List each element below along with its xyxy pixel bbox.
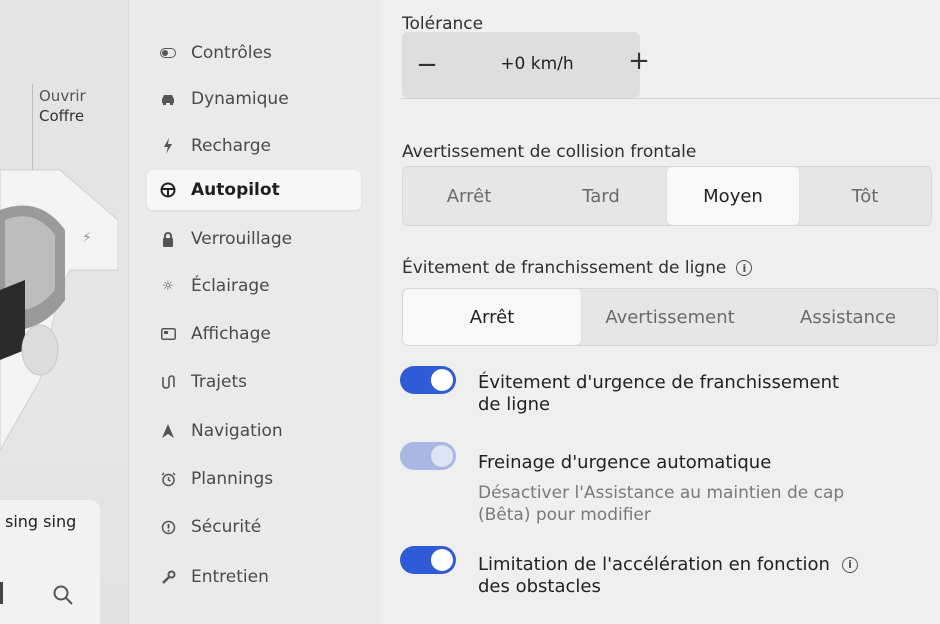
nav-item-charging[interactable]: Recharge: [147, 126, 361, 166]
search-icon[interactable]: [52, 584, 74, 606]
automatic-emergency-braking-toggle[interactable]: [400, 442, 456, 470]
nav-item-label: Recharge: [191, 136, 271, 156]
open-trunk-line1: Ouvrir: [39, 87, 86, 105]
clock-icon: [159, 470, 177, 488]
info-icon[interactable]: i: [841, 557, 858, 573]
nav-item-autopilot[interactable]: Autopilot: [147, 170, 361, 210]
nav-item-schedules[interactable]: Plannings: [147, 459, 361, 499]
bolt-icon: [159, 137, 177, 155]
lane-departure-segmented-control: Arrêt Avertissement Assistance: [402, 288, 938, 346]
nav-item-service[interactable]: Entretien: [147, 557, 361, 597]
lane-departure-label-text: Évitement de franchissement de ligne: [402, 258, 727, 278]
fcw-option-medium[interactable]: Moyen: [667, 167, 799, 225]
fcw-segmented-control: Arrêt Tard Moyen Tôt: [402, 166, 932, 226]
car-image: [0, 169, 118, 452]
open-trunk-label: Ouvrir Coffre: [39, 86, 86, 126]
tolerance-stepper: − +0 km/h +: [402, 32, 650, 98]
toggle-knob: [431, 549, 453, 571]
nav-item-display[interactable]: Affichage: [147, 314, 361, 354]
aeb-subtitle-line1: Désactiver l'Assistance au maintien de c…: [478, 483, 845, 503]
nav-item-label: Entretien: [191, 567, 269, 587]
aeb-subtitle: Désactiver l'Assistance au maintien de c…: [478, 482, 844, 526]
nav-item-label: Sécurité: [191, 517, 262, 537]
navigation-arrow-icon: [159, 422, 177, 440]
section-divider: [402, 98, 940, 99]
fcw-option-late[interactable]: Tard: [535, 167, 667, 225]
nav-item-label: Verrouillage: [191, 229, 293, 249]
nav-item-dynamics[interactable]: Dynamique: [147, 79, 361, 119]
media-player[interactable]: sing sing: [0, 500, 100, 624]
media-prev-icon[interactable]: [0, 582, 11, 604]
obstacle-acceleration-title-text: Limitation de l'accélération en fonction: [478, 554, 830, 575]
nav-item-locks[interactable]: Verrouillage: [147, 219, 361, 259]
nav-item-label: Plannings: [191, 469, 274, 489]
autopilot-settings: Tolérance − +0 km/h + Avertissement de c…: [380, 0, 940, 624]
emergency-lane-departure-toggle[interactable]: [400, 366, 456, 394]
fcw-option-early[interactable]: Tôt: [799, 167, 931, 225]
steering-wheel-icon: [159, 181, 177, 199]
toggle-knob: [431, 369, 453, 391]
nav-item-label: Dynamique: [191, 89, 289, 109]
nav-item-label: Éclairage: [191, 276, 270, 296]
car-pane: Ouvrir Coffre ⚡ sing sing: [0, 0, 128, 624]
obstacle-aware-acceleration-toggle[interactable]: [400, 546, 456, 574]
sun-icon: ☼: [162, 278, 174, 294]
lane-option-warning[interactable]: Avertissement: [581, 289, 759, 345]
settings-nav: Contrôles Dynamique Recharge Autopilot V…: [128, 0, 381, 624]
aeb-subtitle-line2: (Bêta) pour modifier: [478, 505, 651, 525]
info-icon[interactable]: i: [736, 260, 753, 276]
nav-item-safety[interactable]: Sécurité: [147, 507, 361, 547]
lane-option-off[interactable]: Arrêt: [403, 289, 581, 345]
nav-item-label: Contrôles: [191, 43, 272, 63]
nav-item-label: Navigation: [191, 421, 283, 441]
nav-item-controls[interactable]: Contrôles: [147, 33, 361, 73]
lane-option-assist[interactable]: Assistance: [759, 289, 937, 345]
tolerance-decrease-button[interactable]: −: [416, 50, 438, 80]
nav-item-trips[interactable]: Trajets: [147, 362, 361, 402]
toggle-knob: [431, 445, 453, 467]
charge-bolt-icon: ⚡: [82, 230, 92, 246]
obstacle-acceleration-title-line2: des obstacles: [478, 576, 601, 597]
nav-item-label: Trajets: [191, 372, 247, 392]
nav-item-lights[interactable]: ☼ Éclairage: [147, 266, 361, 306]
emergency-lane-departure-title: Évitement d'urgence de franchissement de…: [478, 372, 839, 416]
tolerance-increase-button[interactable]: +: [626, 46, 652, 76]
toggle-icon: [159, 44, 177, 62]
open-trunk-line2: Coffre: [39, 107, 85, 125]
aeb-title: Freinage d'urgence automatique: [478, 452, 772, 473]
nav-item-label: Autopilot: [191, 180, 280, 200]
media-title: sing sing: [5, 512, 77, 531]
obstacle-acceleration-title-line1: Limitation de l'accélération en fonction…: [478, 554, 858, 576]
lock-icon: [159, 230, 177, 248]
tolerance-label: Tolérance: [402, 14, 484, 34]
obstacle-acceleration-title: Limitation de l'accélération en fonction…: [478, 554, 858, 598]
display-icon: [159, 325, 177, 343]
lane-departure-label: Évitement de franchissement de ligne i: [402, 258, 753, 278]
car-icon: [159, 90, 177, 108]
tolerance-value: +0 km/h: [500, 54, 574, 74]
safety-icon: [159, 518, 177, 536]
fcw-label: Avertissement de collision frontale: [402, 142, 697, 162]
nav-item-label: Affichage: [191, 324, 271, 344]
emergency-lane-departure-title-line1: Évitement d'urgence de franchissement: [478, 372, 840, 393]
emergency-lane-departure-title-line2: de ligne: [478, 394, 551, 415]
wrench-icon: [159, 568, 177, 586]
trips-icon: [159, 373, 177, 391]
fcw-option-off[interactable]: Arrêt: [403, 167, 535, 225]
nav-item-navigation[interactable]: Navigation: [147, 411, 361, 451]
